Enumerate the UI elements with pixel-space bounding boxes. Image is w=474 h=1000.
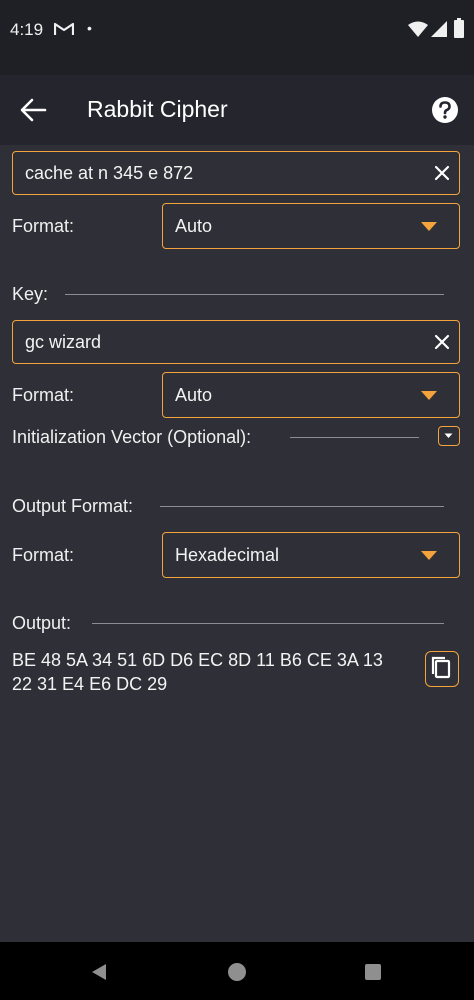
output-value: BE 48 5A 34 51 6D D6 EC 8D 11 B6 CE 3A 1… <box>12 650 383 694</box>
chevron-down-icon <box>444 433 453 438</box>
output-divider <box>92 623 444 624</box>
nav-recents-icon[interactable] <box>365 964 381 980</box>
notification-dot: • <box>87 20 92 36</box>
key-field[interactable]: gc wizard <box>12 320 460 364</box>
nav-home-icon[interactable] <box>228 963 246 981</box>
iv-divider <box>290 437 419 438</box>
input-format-dropdown[interactable]: Auto <box>162 203 460 249</box>
iv-expand-button[interactable] <box>438 426 460 446</box>
wifi-icon <box>408 21 428 37</box>
output-section-label: Output: <box>12 613 72 633</box>
output-format-section-label: Output Format: <box>12 496 134 516</box>
dropdown-arrow-icon <box>421 551 437 560</box>
output-format-divider <box>160 506 444 507</box>
copy-icon <box>431 656 451 679</box>
key-format-value: Auto <box>175 385 213 405</box>
key-format-dropdown[interactable]: Auto <box>162 372 460 418</box>
battery-icon <box>454 18 464 38</box>
iv-label[interactable]: Initialization Vector (Optional): <box>12 427 251 448</box>
help-icon[interactable] <box>431 96 459 124</box>
status-time: 4:19 <box>10 20 44 39</box>
input-text-field[interactable]: cache at n 345 e 872 <box>12 151 460 195</box>
key-format-label: Format: <box>12 385 75 405</box>
page-title: Rabbit Cipher <box>87 96 228 122</box>
dropdown-arrow-icon <box>421 222 437 231</box>
status-bar: 4:19 • <box>0 0 474 75</box>
app-bar: Rabbit Cipher <box>0 75 474 145</box>
output-format-value: Hexadecimal <box>175 545 280 565</box>
signal-icon <box>431 21 447 37</box>
gmail-icon <box>54 22 74 35</box>
key-section-label: Key: <box>12 284 49 304</box>
copy-button[interactable] <box>425 651 459 687</box>
key-value[interactable]: gc wizard <box>25 332 101 353</box>
key-divider <box>65 294 444 295</box>
clear-icon[interactable] <box>433 164 451 182</box>
clear-icon[interactable] <box>433 333 451 351</box>
input-format-value: Auto <box>175 216 213 236</box>
nav-back-icon[interactable] <box>90 963 108 981</box>
back-arrow-icon[interactable] <box>18 97 48 123</box>
output-format-label: Format: <box>12 545 75 565</box>
input-format-label: Format: <box>12 216 75 236</box>
dropdown-arrow-icon <box>421 391 437 400</box>
input-text-value[interactable]: cache at n 345 e 872 <box>25 163 193 184</box>
output-format-dropdown[interactable]: Hexadecimal <box>162 532 460 578</box>
